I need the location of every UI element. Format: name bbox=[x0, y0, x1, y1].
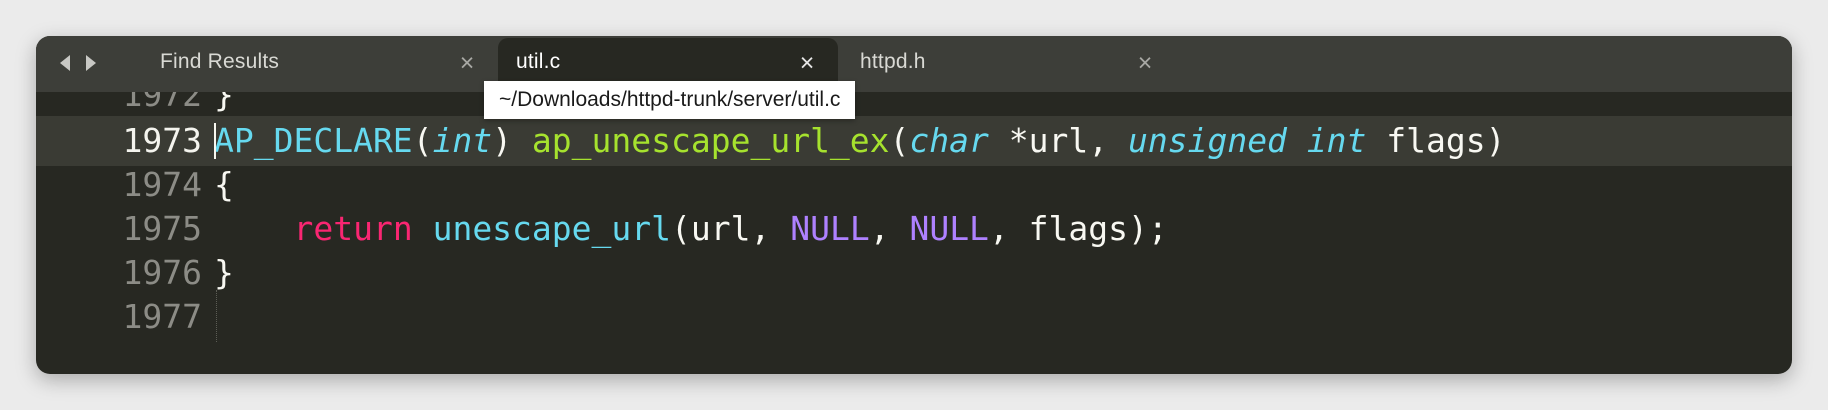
code-line[interactable]: 1974 { bbox=[36, 160, 1792, 210]
code-token: int bbox=[432, 121, 493, 160]
tab-bar: Find Results × util.c × httpd.h × bbox=[36, 36, 1792, 92]
tab-label: Find Results bbox=[160, 50, 280, 73]
tab-find-results[interactable]: Find Results × bbox=[142, 38, 488, 92]
code-token: ( bbox=[412, 121, 433, 160]
code-line[interactable]: 1975 return unescape_url(url, NULL, NULL… bbox=[36, 204, 1792, 254]
code-token: flags) bbox=[1366, 121, 1506, 160]
line-number: 1975 bbox=[122, 209, 202, 248]
tab-label: util.c bbox=[516, 50, 561, 73]
code-text: return unescape_url(url, NULL, NULL, fla… bbox=[214, 204, 1168, 254]
code-token: } bbox=[214, 253, 234, 292]
editor-window: Find Results × util.c × httpd.h × 1972} 1… bbox=[36, 36, 1792, 374]
text-cursor bbox=[214, 123, 216, 159]
code-line[interactable]: 1977 bbox=[36, 292, 1792, 342]
code-line[interactable]: 1973 AP_DECLARE(int) ap_unescape_url_ex(c… bbox=[36, 116, 1792, 166]
code-token: return bbox=[293, 209, 413, 248]
tab-httpd-h[interactable]: httpd.h × bbox=[842, 38, 1182, 92]
code-text: AP_DECLARE(int) ap_unescape_url_ex(char … bbox=[214, 116, 1506, 166]
code-token: char bbox=[909, 121, 989, 160]
code-token: ap_unescape_url_ex bbox=[531, 121, 890, 160]
code-token: NULL bbox=[909, 209, 989, 248]
tab-navigation bbox=[56, 52, 100, 74]
close-icon[interactable]: × bbox=[456, 51, 478, 76]
code-text: { bbox=[214, 160, 234, 210]
code-token: , bbox=[869, 209, 910, 248]
close-icon[interactable]: × bbox=[1134, 51, 1156, 76]
code-token: } bbox=[214, 92, 234, 114]
line-number: 1973 bbox=[122, 121, 202, 160]
code-editor[interactable]: 1972} 1973 AP_DECLARE(int) ap_unescape_url… bbox=[36, 92, 1792, 374]
line-number: 1977 bbox=[122, 297, 202, 336]
code-token: ) bbox=[492, 121, 532, 160]
code-token: int bbox=[1306, 121, 1367, 160]
close-icon[interactable]: × bbox=[796, 51, 818, 76]
line-number: 1976 bbox=[122, 253, 202, 292]
code-token: NULL bbox=[790, 209, 870, 248]
code-token: *url, bbox=[988, 121, 1128, 160]
code-line[interactable]: 1976} bbox=[36, 248, 1792, 298]
back-arrow-icon[interactable] bbox=[56, 52, 74, 74]
code-text: } bbox=[214, 248, 234, 298]
file-path-tooltip: ~/Downloads/httpd-trunk/server/util.c bbox=[484, 81, 856, 119]
code-token: , flags); bbox=[988, 209, 1168, 248]
code-token: unsigned bbox=[1127, 121, 1287, 160]
code-token: ( bbox=[889, 121, 910, 160]
tab-label: httpd.h bbox=[860, 50, 926, 73]
code-token: { bbox=[214, 165, 234, 204]
code-token: unescape_url bbox=[432, 209, 671, 248]
code-token: (url, bbox=[671, 209, 791, 248]
forward-arrow-icon[interactable] bbox=[82, 52, 100, 74]
line-number: 1974 bbox=[122, 165, 202, 204]
code-token: AP_DECLARE bbox=[214, 121, 413, 160]
